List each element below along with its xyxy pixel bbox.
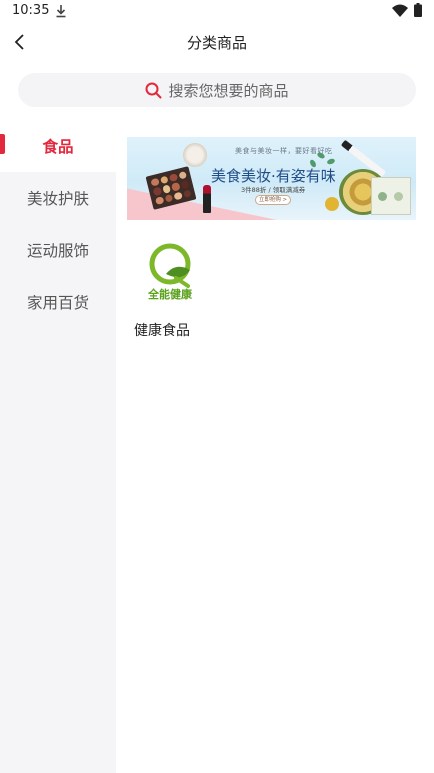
- banner-tagline: 美食与美妆一样，要好看好吃: [235, 147, 333, 155]
- banner-headline: 美食美妆·有姿有味: [211, 167, 336, 185]
- active-indicator: [0, 134, 5, 154]
- banner-subline: 3件88折 / 领取满减券: [241, 186, 306, 194]
- tea-box-image: [371, 177, 411, 215]
- health-food-logo-icon: 全能健康: [147, 243, 193, 301]
- banner-cta-button[interactable]: 立即抢购 >: [255, 195, 291, 205]
- category-item-label: 健康食品: [134, 323, 190, 339]
- status-bar: 10:35: [0, 0, 434, 24]
- sidebar-item-label: 运动服饰: [26, 242, 89, 260]
- sidebar-item-label: 家用百货: [26, 294, 89, 312]
- honey-jar-image: [325, 197, 339, 211]
- download-icon: [56, 5, 66, 18]
- banner-cta-label: 立即抢购 >: [258, 197, 288, 203]
- page-title: 分类商品: [186, 34, 247, 52]
- svg-text:全能健康: 全能健康: [147, 287, 193, 301]
- sidebar-item-beauty[interactable]: 美妆护肤: [0, 172, 116, 224]
- sidebar-item-household[interactable]: 家用百货: [0, 276, 116, 328]
- search-placeholder: 搜索您想要的商品: [168, 81, 289, 100]
- category-content: 美食与美妆一样，要好看好吃 美食美妆·有姿有味 3件88折 / 领取满减券 立即…: [116, 120, 434, 773]
- sidebar-item-label: 美妆护肤: [26, 190, 89, 208]
- lipstick-image: [203, 185, 211, 213]
- battery-icon: [414, 3, 422, 17]
- sidebar-item-sportswear[interactable]: 运动服饰: [0, 224, 116, 276]
- search-input[interactable]: 搜索您想要的商品: [18, 73, 416, 107]
- status-time: 10:35: [12, 3, 50, 18]
- wifi-icon: [392, 4, 408, 17]
- title-bar: 分类商品: [0, 24, 434, 60]
- search-icon: [145, 82, 162, 98]
- sidebar-item-label: 食品: [42, 138, 74, 156]
- category-sidebar: 食品 美妆护肤 运动服饰 家用百货: [0, 120, 116, 773]
- promo-banner[interactable]: 美食与美妆一样，要好看好吃 美食美妆·有姿有味 3件88折 / 领取满减券 立即…: [127, 137, 416, 220]
- category-item-health-food[interactable]: 全能健康 健康食品: [128, 240, 208, 346]
- sidebar-item-food[interactable]: 食品: [0, 120, 116, 172]
- powder-compact-image: [183, 143, 207, 167]
